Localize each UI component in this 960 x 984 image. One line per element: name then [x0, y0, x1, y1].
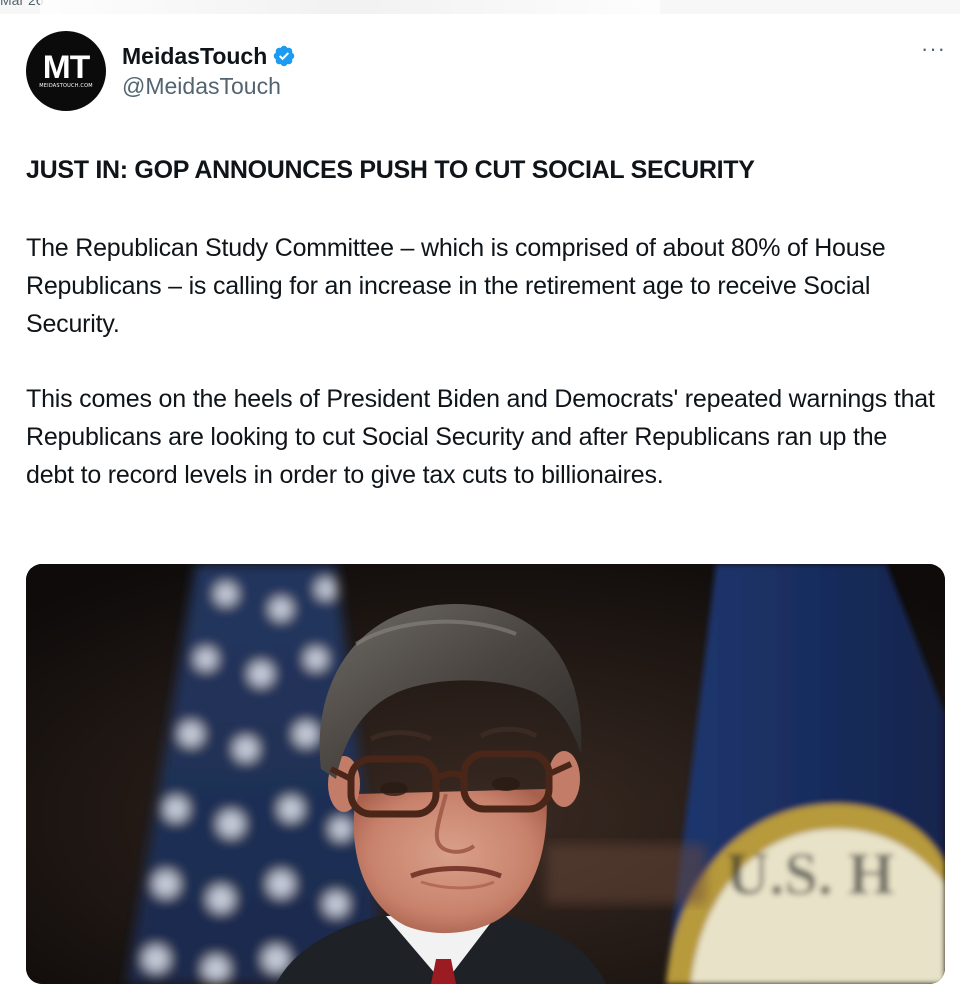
tweet-card: MT MEIDASTOUCH.COM MeidasTouch @MeidasTo…	[0, 14, 960, 984]
tweet-paragraph-2: This comes on the heels of President Bid…	[26, 385, 935, 489]
seal-lettering: U.S. H	[726, 841, 894, 907]
tweet-paragraph-1: The Republican Study Committee – which i…	[26, 234, 886, 338]
top-strip: Mar 26	[0, 0, 960, 14]
tweet-media-image[interactable]: U.S. H	[26, 564, 945, 984]
avatar-subtext: MEIDASTOUCH.COM	[39, 83, 93, 89]
author-handle[interactable]: @MeidasTouch	[122, 73, 296, 100]
tweet-headline: JUST IN: GOP ANNOUNCES PUSH TO CUT SOCIA…	[26, 156, 755, 184]
media-photo-illustration: U.S. H	[26, 564, 945, 984]
author-name-row: MeidasTouch	[122, 41, 296, 71]
more-options-icon[interactable]: ···	[921, 38, 946, 60]
avatar-monogram: MT	[42, 49, 90, 85]
author-block: MeidasTouch @MeidasTouch	[122, 41, 296, 100]
blurred-previous-content	[40, 0, 660, 14]
author-display-name[interactable]: MeidasTouch	[122, 43, 267, 70]
tweet-date-partial: Mar 26	[0, 0, 44, 8]
avatar[interactable]: MT MEIDASTOUCH.COM	[26, 31, 106, 111]
verified-badge-icon[interactable]	[272, 44, 296, 68]
